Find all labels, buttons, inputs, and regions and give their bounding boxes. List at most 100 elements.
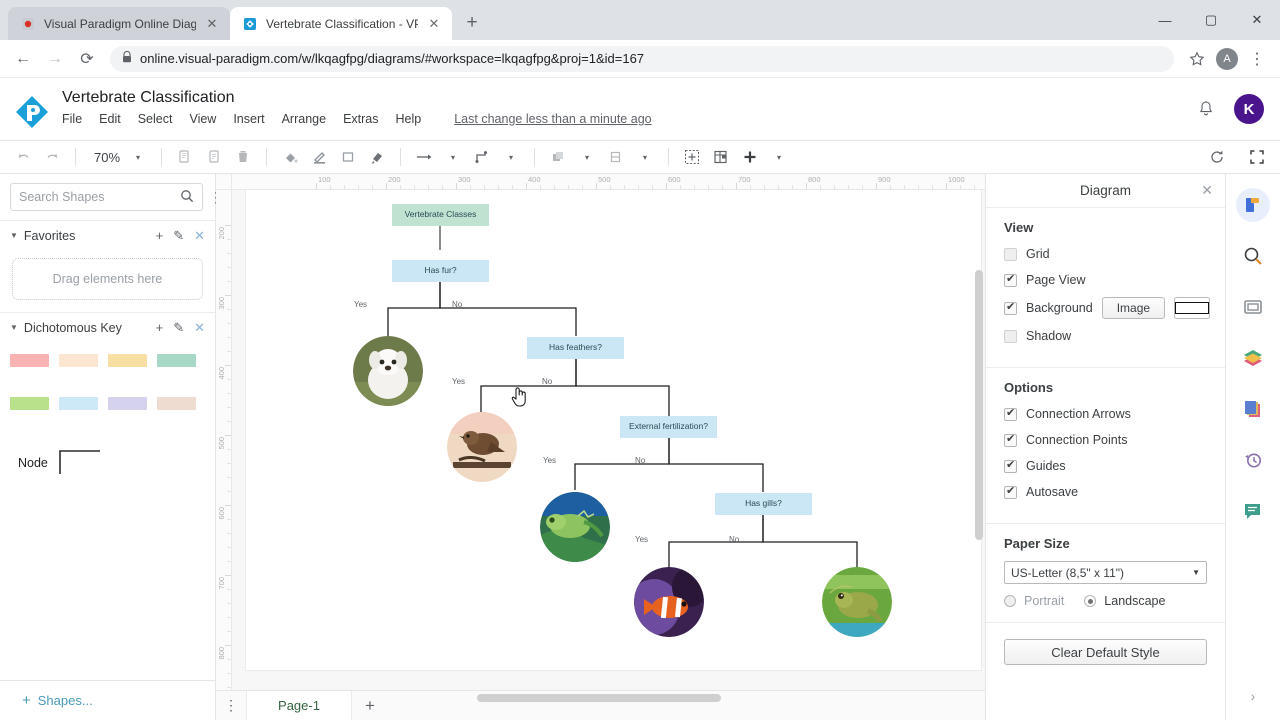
- insert-table-icon[interactable]: [708, 144, 734, 170]
- menu-file[interactable]: File: [62, 112, 82, 126]
- layers-icon[interactable]: [1236, 341, 1270, 375]
- add-icon[interactable]: +: [156, 228, 164, 243]
- checkbox-row-shadow[interactable]: Shadow: [1004, 327, 1207, 345]
- bell-icon[interactable]: [1196, 99, 1216, 119]
- last-change-status[interactable]: Last change less than a minute ago: [454, 112, 651, 126]
- clear-default-style-button[interactable]: Clear Default Style: [1004, 639, 1207, 665]
- address-bar[interactable]: online.visual-paradigm.com/w/lkqagfpg/di…: [110, 45, 1174, 72]
- window-close-icon[interactable]: ✕: [1234, 0, 1280, 40]
- menu-view[interactable]: View: [189, 112, 216, 126]
- diagram-leaf-reptiles[interactable]: Reptiles: [540, 492, 610, 562]
- menu-insert[interactable]: Insert: [233, 112, 264, 126]
- connection-dropdown-icon[interactable]: ▾: [440, 144, 466, 170]
- refresh-icon[interactable]: [1204, 144, 1230, 170]
- reload-icon[interactable]: ⟳: [72, 44, 102, 74]
- shape-swatch[interactable]: [108, 397, 147, 410]
- connection-arrows-checkbox[interactable]: [1004, 406, 1017, 421]
- browser-tab-2-close-icon[interactable]: ✕: [426, 16, 442, 32]
- checkbox-row-connection-arrows[interactable]: Connection Arrows: [1004, 405, 1207, 423]
- checkbox-row-grid[interactable]: Grid: [1004, 245, 1207, 263]
- page-view-checkbox[interactable]: [1004, 272, 1017, 287]
- align-icon[interactable]: [603, 144, 629, 170]
- fit-page-icon[interactable]: [679, 144, 705, 170]
- diagram-node-q1[interactable]: Has fur?: [392, 260, 489, 282]
- browser-tab-1-close-icon[interactable]: ✕: [204, 16, 220, 32]
- diagram-node-q4[interactable]: Has gills?: [715, 493, 812, 515]
- checkbox-row-connection-points[interactable]: Connection Points: [1004, 431, 1207, 449]
- undo-icon[interactable]: [10, 144, 36, 170]
- redo-icon[interactable]: [39, 144, 65, 170]
- landscape-radio[interactable]: [1084, 595, 1097, 607]
- canvas-vertical-scrollbar[interactable]: [975, 210, 983, 650]
- section-dichotomous-key-header[interactable]: ▼ Dichotomous Key + ✎ ✕: [0, 312, 215, 342]
- search-shapes-input[interactable]: [19, 190, 180, 204]
- comment-icon[interactable]: [1236, 494, 1270, 528]
- canvas-scroll[interactable]: Vertebrate Classes Has fur? Has feathers…: [232, 190, 985, 690]
- menu-help[interactable]: Help: [396, 112, 422, 126]
- search-icon[interactable]: [180, 189, 194, 206]
- portrait-radio[interactable]: [1004, 595, 1016, 607]
- menu-edit[interactable]: Edit: [99, 112, 121, 126]
- node-shape-preview[interactable]: Node: [0, 444, 215, 477]
- zoom-level-label[interactable]: 70%: [86, 150, 122, 165]
- shadow-icon[interactable]: [335, 144, 361, 170]
- shape-swatch[interactable]: [10, 397, 49, 410]
- new-tab-button[interactable]: +: [458, 9, 486, 37]
- search-icon[interactable]: [1236, 239, 1270, 273]
- add-icon[interactable]: [737, 144, 763, 170]
- checkbox-row-autosave[interactable]: Autosave: [1004, 483, 1207, 501]
- background-checkbox[interactable]: [1004, 300, 1017, 315]
- checkbox-row-background[interactable]: Background Image: [1004, 297, 1211, 319]
- browser-menu-icon[interactable]: ⋮: [1242, 44, 1272, 74]
- diagram-leaf-birds[interactable]: Birds: [447, 412, 517, 482]
- diagram-node-root[interactable]: Vertebrate Classes: [392, 204, 489, 226]
- waypoint-dropdown-icon[interactable]: ▾: [498, 144, 524, 170]
- paste-icon[interactable]: [201, 144, 227, 170]
- window-minimize-icon[interactable]: —: [1142, 0, 1188, 40]
- edit-icon[interactable]: ✎: [173, 228, 184, 244]
- background-image-button[interactable]: Image: [1101, 297, 1166, 319]
- delete-icon[interactable]: [230, 144, 256, 170]
- star-icon[interactable]: [1182, 44, 1212, 74]
- guides-checkbox[interactable]: [1004, 458, 1017, 473]
- shape-swatch[interactable]: [10, 354, 49, 367]
- expand-panel-icon[interactable]: ›: [1251, 688, 1256, 704]
- shape-swatch[interactable]: [157, 354, 196, 367]
- menu-select[interactable]: Select: [138, 112, 173, 126]
- shape-swatch[interactable]: [59, 354, 98, 367]
- diagram-node-q3[interactable]: External fertilization?: [620, 416, 717, 438]
- format-paint-icon[interactable]: [1236, 188, 1270, 222]
- menu-extras[interactable]: Extras: [343, 112, 378, 126]
- paper-size-select[interactable]: US-Letter (8,5" x 11") ▼: [1004, 561, 1207, 584]
- diagram-page[interactable]: Vertebrate Classes Has fur? Has feathers…: [246, 190, 981, 670]
- history-icon[interactable]: [1236, 443, 1270, 477]
- browser-tab-1[interactable]: Visual Paradigm Online Diagram ✕: [8, 7, 230, 40]
- connection-points-checkbox[interactable]: [1004, 432, 1017, 447]
- close-icon[interactable]: ✕: [194, 228, 205, 244]
- close-icon[interactable]: ✕: [1201, 182, 1213, 199]
- shape-swatch[interactable]: [108, 354, 147, 367]
- shadow-checkbox[interactable]: [1004, 329, 1017, 343]
- profile-avatar[interactable]: A: [1216, 47, 1238, 70]
- menu-arrange[interactable]: Arrange: [282, 112, 326, 126]
- browser-tab-2[interactable]: Vertebrate Classification - VP On ✕: [230, 7, 452, 40]
- fill-color-icon[interactable]: [277, 144, 303, 170]
- zoom-dropdown-icon[interactable]: ▾: [125, 144, 151, 170]
- diagram-node-q2[interactable]: Has feathers?: [527, 337, 624, 359]
- canvas-horizontal-scrollbar[interactable]: [232, 690, 985, 706]
- diagram-leaf-mammals[interactable]: Mammals: [353, 336, 423, 406]
- line-color-icon[interactable]: [306, 144, 332, 170]
- forward-icon[interactable]: →: [40, 44, 70, 74]
- to-front-dropdown-icon[interactable]: ▾: [574, 144, 600, 170]
- autosave-checkbox[interactable]: [1004, 484, 1017, 499]
- user-avatar[interactable]: K: [1234, 94, 1264, 124]
- format-paint-icon[interactable]: [364, 144, 390, 170]
- background-color-button[interactable]: [1174, 297, 1211, 319]
- checkbox-row-guides[interactable]: Guides: [1004, 457, 1207, 475]
- waypoint-icon[interactable]: [469, 144, 495, 170]
- more-shapes-link[interactable]: + Shapes...: [0, 680, 215, 720]
- edit-icon[interactable]: ✎: [173, 320, 184, 336]
- scrollbar-thumb[interactable]: [477, 694, 721, 702]
- add-icon[interactable]: +: [156, 320, 164, 335]
- shape-swatch[interactable]: [59, 397, 98, 410]
